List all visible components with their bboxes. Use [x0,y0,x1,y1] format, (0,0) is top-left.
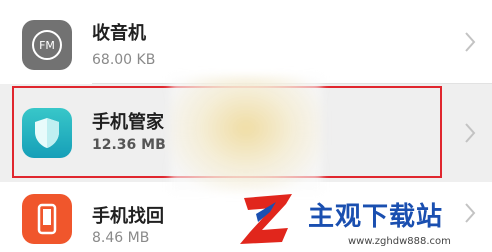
chevron-right-icon [465,203,476,223]
chevron-right-icon [465,32,476,52]
watermark-url: www.zghdw888.com [348,236,451,247]
app-name: 收音机 [92,23,146,44]
chevron-right-icon [465,123,476,143]
watermark-logo-icon [240,194,292,244]
app-name: 手机找回 [92,206,164,227]
blurred-overlay [170,76,322,192]
app-size: 68.00 KB [92,52,156,68]
phone-finder-icon [22,194,72,244]
radio-fm-icon: FM [22,20,72,70]
app-row-radio[interactable]: FM 收音机 68.00 KB [0,0,492,84]
app-size: 8.46 MB [92,230,150,246]
watermark-text: 主观下载站 [308,202,444,232]
svg-text:FM: FM [39,39,55,52]
